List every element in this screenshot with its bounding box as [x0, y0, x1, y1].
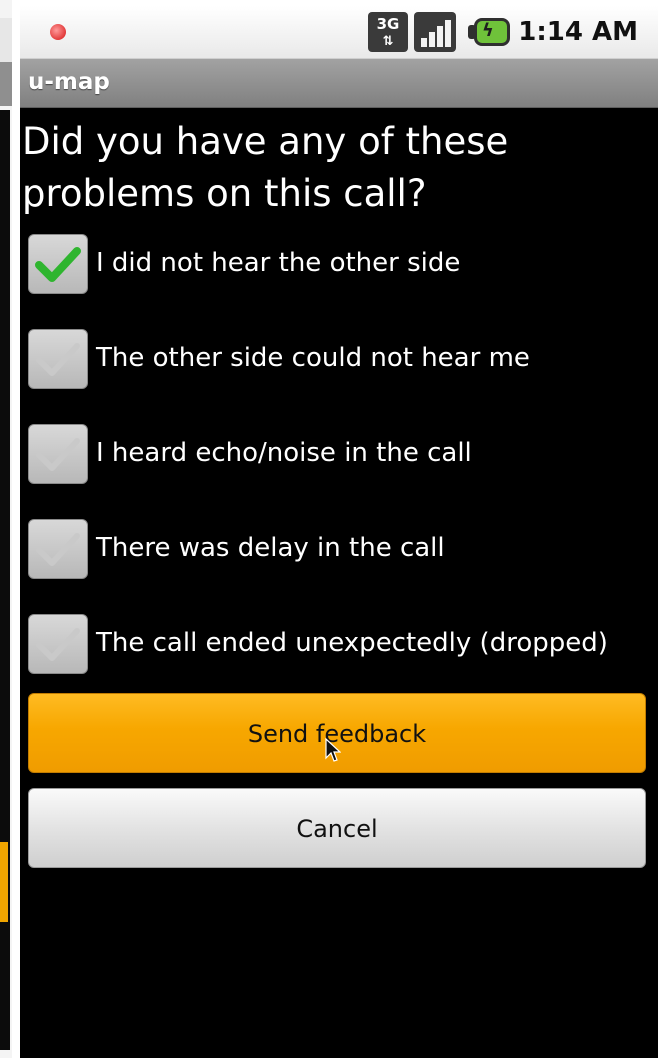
notification-dot-icon [50, 24, 66, 40]
option-label: There was delay in the call [96, 533, 445, 563]
checkbox-unchecked[interactable] [28, 614, 88, 674]
data-arrows-icon: ⇅ [382, 34, 394, 49]
app-title-bar: u-map [20, 59, 658, 108]
checkmark-icon [36, 438, 80, 471]
background-window-edge-bar [0, 62, 12, 106]
option-label: The other side could not hear me [96, 343, 530, 373]
background-window-edge-accent [0, 842, 8, 922]
option-no-hear-other-side[interactable]: I did not hear the other side [28, 232, 656, 296]
option-label: I heard echo/noise in the call [96, 438, 472, 468]
checkbox-unchecked[interactable] [28, 424, 88, 484]
battery-charging-icon: ϟ [468, 16, 512, 48]
checkmark-icon [35, 247, 81, 282]
option-other-side-could-not-hear[interactable]: The other side could not hear me [28, 327, 656, 391]
option-label: I did not hear the other side [96, 248, 461, 278]
phone-screen: 3G ⇅ ϟ 1:14 AM u-map Did you have any of… [20, 6, 658, 1058]
screen: 3G ⇅ ϟ 1:14 AM u-map Did you have any of… [0, 0, 658, 1058]
mouse-pointer-icon [325, 738, 341, 762]
background-window-edge-top [0, 18, 12, 62]
option-echo-noise[interactable]: I heard echo/noise in the call [28, 422, 656, 486]
option-delay[interactable]: There was delay in the call [28, 517, 656, 581]
checkbox-checked[interactable] [28, 234, 88, 294]
checkbox-unchecked[interactable] [28, 519, 88, 579]
app-title: u-map [28, 69, 110, 95]
cancel-button[interactable]: Cancel [28, 788, 646, 868]
3g-data-icon: 3G ⇅ [368, 12, 408, 52]
option-label: The call ended unexpectedly (dropped) [96, 628, 608, 658]
checkmark-icon [36, 533, 80, 566]
checkbox-unchecked[interactable] [28, 329, 88, 389]
network-type-label: 3G [376, 15, 400, 33]
feedback-question: Did you have any of these problems on th… [22, 120, 509, 215]
status-bar: 3G ⇅ ϟ 1:14 AM [20, 6, 658, 59]
option-call-dropped[interactable]: The call ended unexpectedly (dropped) [28, 612, 656, 676]
checkmark-icon [36, 628, 80, 661]
status-time: 1:14 AM [518, 17, 638, 47]
signal-strength-icon [414, 12, 456, 52]
checkmark-icon [36, 343, 80, 376]
